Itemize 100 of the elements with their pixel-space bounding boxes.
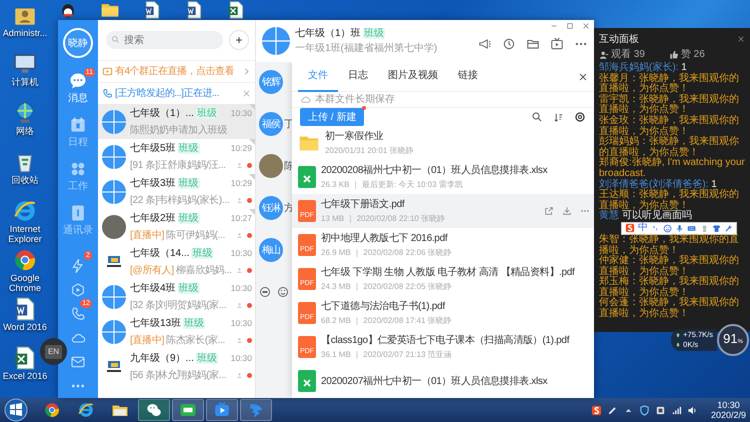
start-button[interactable]	[4, 398, 28, 422]
file-details: 68.2 MB ｜ 2020/02/08 17:41 张晓静	[321, 315, 452, 327]
file-name[interactable]: 初中地理人教版七下 2016.pdf	[321, 231, 452, 246]
chat-item[interactable]: 七年级4班 班级 10:30 [32 条]刘明贺妈妈(家...	[98, 279, 255, 314]
group-tag: 班级	[178, 212, 200, 224]
live-icon	[102, 66, 113, 77]
file-row[interactable]: 20200207福州七中初一（01）班人员信息摸排表.xlsx	[292, 364, 594, 398]
shirt-icon[interactable]	[712, 222, 721, 234]
file-name[interactable]: 七年级下册语文.pdf	[321, 197, 446, 212]
file-name[interactable]: 【class1go】仁爱英语七下电子课本（扫描高清版）(1).pdf	[321, 333, 570, 348]
viewer-count: 观看 39	[611, 48, 645, 62]
emoji-icon[interactable]	[277, 286, 289, 298]
file-name[interactable]: 初一寒假作业	[325, 129, 414, 144]
chat-item[interactable]: 九年级（9）... 班级 10:30 [56 条]林允翔妈妈(家...	[98, 349, 255, 384]
download-icon[interactable]	[562, 206, 572, 216]
desktop-icon-label[interactable]: Word 2016	[0, 322, 50, 332]
file-name[interactable]: 七年级 下学期 生物 人教版 电子教材 高清 【精品资料】.pdf	[321, 265, 574, 280]
word-document-icon[interactable]	[184, 0, 204, 20]
chat-item[interactable]: 七年级2班 班级 10:27 [直播中] 陈可伊妈妈(...	[98, 209, 255, 244]
desktop-icon-label[interactable]: 回收站	[0, 175, 50, 185]
tab[interactable]: 日志	[338, 62, 378, 92]
taskbar-button[interactable]	[138, 399, 170, 421]
volume-icon[interactable]	[686, 404, 698, 416]
file-name[interactable]: 20200207福州七中初一（01）班人员信息摸排表.xlsx	[321, 374, 548, 388]
search-field[interactable]: 搜索	[106, 31, 223, 49]
cloud-icon	[300, 94, 311, 105]
chat-item[interactable]: 七年级（14... 班级 10:30 [@所有人] 柳嘉欣妈妈...	[98, 244, 255, 279]
desktop-icon-label[interactable]: Administr...	[0, 28, 50, 38]
chat-title: 七年级2班	[130, 212, 176, 226]
phone-icon	[102, 88, 113, 99]
gif-icon[interactable]	[259, 286, 271, 298]
settings-icon[interactable]	[574, 111, 586, 123]
comment-text: 朱智：张晓静，我来围观你的直播啦，为你点赞！	[599, 234, 740, 256]
app-icon[interactable]	[654, 404, 666, 416]
maximize-icon[interactable]	[566, 22, 574, 30]
chat-header-subtitle: 一年级1班(福建省福州第七中学)	[295, 42, 438, 56]
pen-icon[interactable]	[606, 404, 618, 416]
comment-text: 雷宇凯：张晓静，我来围观你的直播啦，为你点赞！	[599, 94, 740, 116]
play-icon[interactable]	[70, 282, 86, 298]
clock-time[interactable]: 10:30	[717, 400, 740, 410]
file-name[interactable]: 七下道德与法治电子书(1).pdf	[321, 299, 452, 314]
phone-icon[interactable]	[70, 306, 86, 322]
person-icon	[236, 336, 243, 344]
wrench-icon[interactable]	[724, 222, 733, 234]
shield-icon[interactable]	[638, 404, 650, 416]
mail-icon[interactable]	[70, 354, 86, 370]
desktop-icon-label[interactable]: 网络	[0, 126, 50, 136]
desktop-icon-label[interactable]: Internet Explorer	[0, 224, 50, 244]
tv-icon	[213, 401, 231, 419]
search-icon[interactable]	[531, 111, 543, 123]
group-avatar-icon	[262, 27, 290, 55]
emoji-icon[interactable]	[663, 222, 672, 234]
notification-dot	[362, 106, 366, 110]
signal-icon[interactable]	[670, 404, 682, 416]
file-details: 2020/01/31 20:01 张晓静	[325, 145, 414, 157]
group-tag: 班级	[178, 178, 200, 188]
commenter-name: 邹海兵妈妈(家长):	[599, 62, 678, 73]
taskbar-button[interactable]	[172, 399, 204, 421]
comment-text: 仲家健：张晓静，我来围观你的直播啦，为你点赞！	[599, 256, 740, 277]
word-document-icon[interactable]	[142, 0, 162, 20]
chat-item[interactable]: 七年级5班 班级 10:29 [91 条]汪舒康妈妈/汪...	[98, 139, 255, 174]
tab[interactable]: 链接	[448, 62, 488, 92]
clock-icon[interactable]	[502, 37, 516, 51]
comment-text: 1	[681, 62, 687, 73]
chat-item[interactable]: 七年级（1）... 班级 10:30 陈熙奶奶申请加入班级	[98, 104, 255, 139]
group-tag: 班级	[363, 28, 386, 39]
chat-preview: 陈熙奶奶申请加入班级	[130, 124, 228, 138]
microphone-icon[interactable]	[675, 222, 684, 234]
chat-time: 10:30	[230, 246, 252, 260]
search-icon	[111, 35, 120, 44]
ime-logo-icon[interactable]	[590, 404, 602, 416]
file-row[interactable]: 20200208福州七中初一（01）班人员信息摸排表.xlsx 26.3 KB ｜ 最后更新: 今天 10:03 雷李凯	[292, 160, 594, 194]
group-avatar-icon	[102, 284, 126, 308]
close-icon[interactable]	[737, 35, 745, 43]
share-icon[interactable]	[544, 206, 554, 216]
desktop-icon-label[interactable]: Excel 2016	[0, 371, 50, 381]
file-name[interactable]: 20200208福州七中初一（01）班人员信息摸排表.xlsx	[321, 163, 548, 178]
add-button[interactable]: +	[229, 30, 249, 50]
megaphone-icon[interactable]	[478, 37, 492, 51]
lightning-icon[interactable]	[70, 258, 86, 274]
group-tag: 班级	[178, 282, 200, 294]
floating-ball[interactable]: EN	[40, 338, 67, 365]
chat-item[interactable]: 七年级13班 班级 10:30 [直播中] 陈杰家长(家...	[98, 314, 255, 349]
close-icon[interactable]	[582, 22, 590, 30]
clock-date[interactable]: 2020/2/9	[710, 410, 746, 420]
desktop-icon-label[interactable]: Google Chrome	[0, 273, 50, 293]
file-row[interactable]: 初一寒假作业 2020/01/31 20:01 张晓静	[292, 126, 594, 160]
file-details: 36.1 MB ｜ 2020/02/07 21:13 范亚涵	[321, 349, 453, 361]
chat-item[interactable]: 七年级3班 班级 10:29 [22 条]韦梓妈妈(家长)...	[98, 174, 255, 209]
desktop-icon-label[interactable]: 计算机	[0, 77, 50, 87]
folder-icon[interactable]	[526, 37, 540, 51]
ime-mode-toggle[interactable]: 中	[638, 222, 648, 234]
spreadsheet-icon[interactable]	[226, 0, 246, 20]
close-icon[interactable]	[578, 72, 588, 82]
chat-preview: 陈杰家长(家...	[166, 334, 226, 348]
tab[interactable]: 图片及视频	[378, 62, 448, 92]
tv-icon[interactable]	[550, 37, 564, 51]
comment-text: 张金玫：张晓静，我来围观你的直播啦，为你点赞！	[599, 116, 740, 137]
group-avatar-icon	[102, 180, 126, 204]
sort-icon[interactable]	[553, 112, 564, 122]
